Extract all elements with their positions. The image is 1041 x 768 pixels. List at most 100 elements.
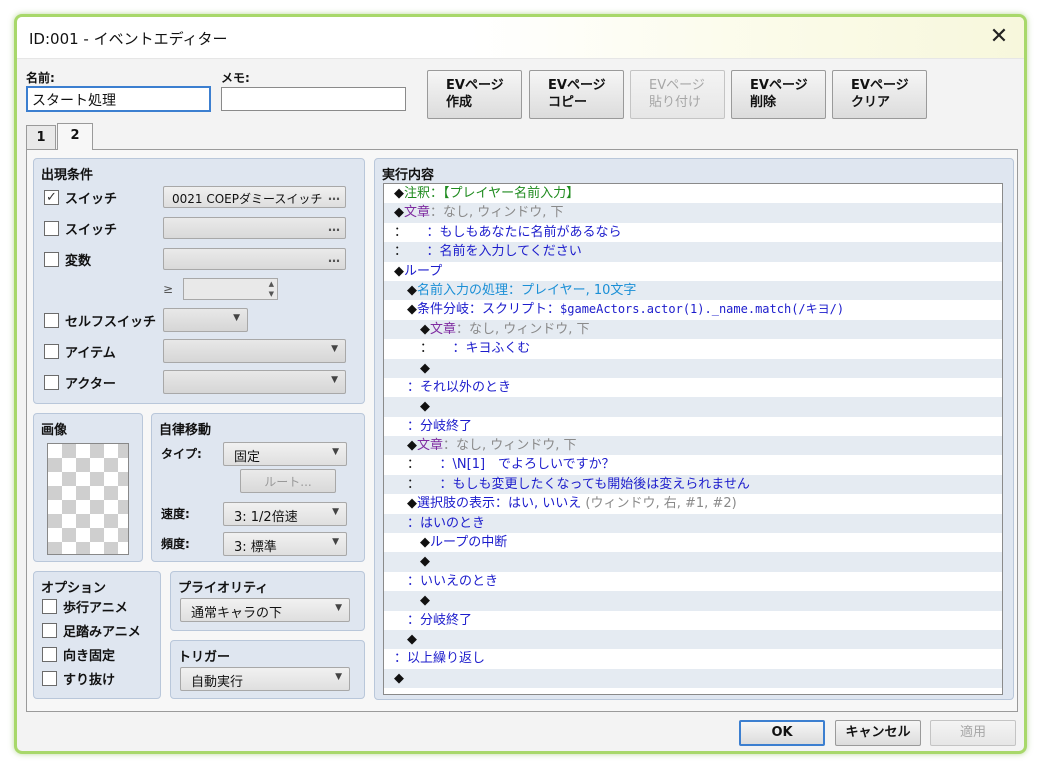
frequency-combo[interactable]: 3: 標準 ▼ [223,532,347,556]
ev-button-line2: クリア [851,95,891,110]
command-line[interactable]: ◆条件分岐：スクリプト：$gameActors.actor(1)._name.m… [384,300,1002,319]
priority-combo[interactable]: 通常キャラの下 ▼ [180,598,350,622]
type-combo[interactable]: 固定 ▼ [223,442,347,466]
command-line[interactable]: ： ：もしも変更したくなっても開始後は変えられません [384,474,1002,495]
command-line[interactable]: ◆ループの中断 [384,533,1002,552]
command-line[interactable]: ： ：\N[1] でよろしいですか？ [384,455,1002,474]
command-line[interactable]: ：いいえのとき [384,572,1002,591]
type-value: 固定 [234,450,261,465]
options-title: オプション [41,581,107,596]
tab-page-2[interactable]: 2 [57,123,93,150]
variable-checkbox[interactable] [44,251,59,267]
tab-page-1[interactable]: 1 [26,125,56,150]
item-checkbox[interactable] [44,343,59,359]
switch2-checkbox-row[interactable]: スイッチ [44,218,117,238]
command-text: ◆ [407,496,417,512]
direction-fix-checkbox[interactable] [42,646,57,662]
switch1-checkbox[interactable]: ✓ [44,189,59,205]
command-line[interactable]: ◆文章：なし, ウィンドウ, 下 [384,436,1002,456]
walking-anim-checkbox[interactable] [42,598,57,614]
ellipsis-icon: … [328,189,340,203]
variable-checkbox-row[interactable]: 変数 [44,249,91,269]
autonomous-title: 自律移動 [159,423,212,438]
close-icon[interactable]: ✕ [984,22,1014,52]
actor-checkbox-row[interactable]: アクター [44,372,116,392]
command-line[interactable]: ：以上繰り返し [384,649,1002,668]
command-line[interactable]: ◆注釈：【プレイヤー名前入力】 [384,184,1002,203]
item-checkbox-row[interactable]: アイテム [44,341,116,361]
command-text: ：いいえのとき [407,573,499,589]
command-line[interactable]: ：分岐終了 [384,611,1002,630]
contents-title: 実行内容 [382,168,435,183]
command-line[interactable]: ◆ [384,552,1002,572]
command-line[interactable]: ◆ [384,397,1002,417]
command-text: ：\N[1] でよろしいですか？ [413,457,615,473]
command-line-empty[interactable] [384,688,1002,694]
window-title: ID:001 - イベントエディター [29,30,228,48]
ok-button[interactable]: OK [739,720,825,746]
command-line[interactable]: ◆文章：なし, ウィンドウ, 下 [384,319,1002,340]
self-switch-checkbox[interactable] [44,312,59,328]
command-text: ◆ [407,438,417,454]
through-checkbox-row[interactable]: すり抜け [42,668,115,688]
switch1-checkbox-row[interactable]: ✓ スイッチ [44,187,117,207]
command-text: ◆ [394,205,404,221]
event-editor-window: ID:001 - イベントエディター ✕ 名前: スタート処理 メモ: EVペー… [14,14,1027,754]
command-line[interactable]: ◆ [384,358,1002,378]
ev-button-line1: EVページ [649,78,705,93]
ev-page-create-button[interactable]: EVページ 作成 [427,70,522,119]
ev-page-clear-button[interactable]: EVページ クリア [832,70,927,119]
command-line[interactable]: ： ：名前を入力してください [384,242,1002,262]
image-preview[interactable] [47,443,129,555]
trigger-value: 自動実行 [191,675,244,690]
stepping-anim-checkbox[interactable] [42,622,57,638]
command-text: ：キヨふくむ [426,341,531,357]
frequency-value: 3: 標準 [234,540,277,555]
switch1-select-button[interactable]: 0021 COEPダミースイッチ … [163,186,346,208]
trigger-combo[interactable]: 自動実行 ▼ [180,667,350,691]
command-line[interactable]: ◆ [384,629,1002,650]
walking-anim-checkbox-row[interactable]: 歩行アニメ [42,596,128,616]
command-text: 文章 [430,321,457,337]
priority-title: プライオリティ [178,581,269,596]
command-line[interactable]: ◆名前入力の処理：プレイヤー, 10文字 [384,280,1002,301]
command-text: 文章 [404,205,431,221]
command-line[interactable]: ◆ [384,591,1002,611]
direction-fix-label: 向き固定 [63,648,116,664]
command-text: ◆ [420,593,430,609]
ev-button-line1: EVページ [446,78,504,93]
command-line[interactable]: ：はいのとき [384,513,1002,534]
name-input[interactable]: スタート処理 [26,86,211,112]
ev-page-delete-button[interactable]: EVページ 削除 [731,70,826,119]
chevron-down-icon: ▼ [335,672,342,682]
memo-input[interactable] [221,87,406,111]
command-line[interactable]: ： ：キヨふくむ [384,339,1002,358]
actor-checkbox[interactable] [44,374,59,390]
ev-button-line2: 作成 [446,95,473,110]
through-checkbox[interactable] [42,670,57,686]
actor-label: アクター [65,376,116,392]
command-line[interactable]: ：分岐終了 [384,417,1002,436]
chevron-down-icon: ▼ [331,375,338,385]
command-text: ◆ [394,263,404,279]
command-line[interactable]: ◆文章：なし, ウィンドウ, 下 [384,203,1002,223]
command-line[interactable]: ： ：もしもあなたに名前があるなら [384,223,1002,242]
speed-combo[interactable]: 3: 1/2倍速 ▼ [223,502,347,526]
command-text: ◆ [407,631,417,647]
command-line[interactable]: ◆ループ [384,262,1002,281]
cancel-button[interactable]: キャンセル [835,720,921,746]
stepping-anim-checkbox-row[interactable]: 足踏みアニメ [42,620,141,640]
ev-page-copy-button[interactable]: EVページ コピー [529,70,624,119]
command-line[interactable]: ◆ [384,668,1002,689]
command-text: ：以上繰り返し [394,651,486,667]
direction-fix-checkbox-row[interactable]: 向き固定 [42,644,115,664]
command-text: ◆ [420,535,430,551]
switch2-checkbox[interactable] [44,220,59,236]
ev-button-line1: EVページ [851,78,909,93]
self-switch-checkbox-row[interactable]: セルフスイッチ [44,310,156,330]
command-line[interactable]: ◆選択肢の表示：はい, いいえ (ウィンドウ, 右, #1, #2) [384,494,1002,513]
command-line[interactable]: ：それ以外のとき [384,378,1002,397]
command-list[interactable]: ◆注釈：【プレイヤー名前入力】 ◆文章：なし, ウィンドウ, 下： ：もしもあなた… [383,183,1003,695]
ev-button-line2: コピー [548,95,588,110]
ev-button-line1: EVページ [750,78,808,93]
